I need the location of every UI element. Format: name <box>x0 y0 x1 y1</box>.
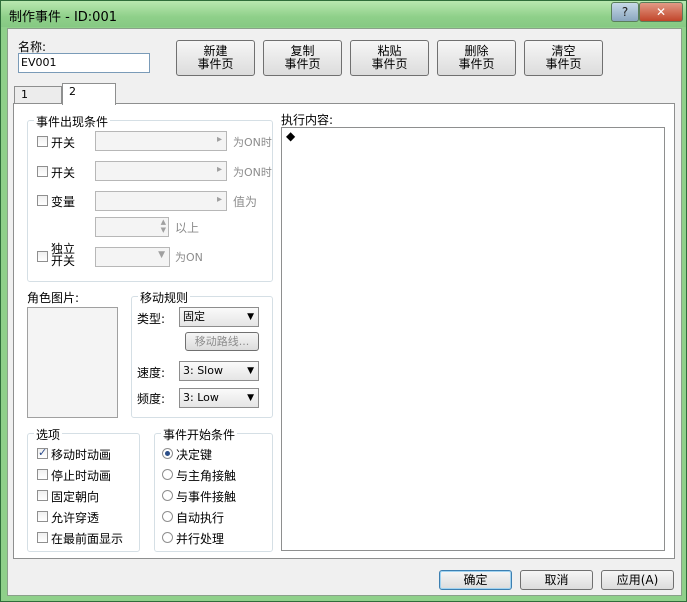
tab-page-2[interactable]: 2 <box>62 83 116 105</box>
trigger-parallel-label: 并行处理 <box>176 532 225 546</box>
graphic-preview[interactable] <box>27 307 118 418</box>
switch1-select[interactable] <box>95 131 227 151</box>
ok-button[interactable]: 确定 <box>439 570 512 590</box>
trigger-autorun-label: 自动执行 <box>176 511 225 525</box>
trigger-autorun-radio[interactable] <box>162 511 173 522</box>
option-walk-anim-checkbox[interactable] <box>37 446 48 459</box>
help-button[interactable]: ? <box>611 2 639 22</box>
event-editor-window: 制作事件 - ID:001 ? ✕ 名称: EV001 新建 事件页 复制 事件… <box>0 0 687 602</box>
chevron-down-icon: ▼ <box>247 312 254 322</box>
execution-label: 执行内容: <box>281 113 334 127</box>
movement-type-label: 类型: <box>137 312 166 326</box>
clear-page-button[interactable]: 清空 事件页 <box>524 40 603 76</box>
self-switch-label: 独立 开关 <box>51 243 75 267</box>
variable-select[interactable] <box>95 191 227 211</box>
self-switch-checkbox[interactable] <box>37 251 48 262</box>
frequency-value: 3: Low <box>183 391 219 404</box>
option-direction-fix-checkbox[interactable] <box>37 490 48 501</box>
event-page-panel: 事件出现条件 开关 为ON时 开关 为ON时 变量 值为 ▲▼ 以上 独立 开关 <box>13 103 675 559</box>
variable-checkbox[interactable] <box>37 195 48 206</box>
dialog-client: 名称: EV001 新建 事件页 复制 事件页 粘贴 事件页 删除 事件页 清空… <box>7 28 682 596</box>
new-page-button[interactable]: 新建 事件页 <box>176 40 255 76</box>
switch2-label: 开关 <box>51 166 76 180</box>
trigger-event-touch-label: 与事件接触 <box>176 490 237 504</box>
options-title: 选项 <box>34 426 63 443</box>
self-switch-label-2: 开关 <box>51 254 76 268</box>
delete-page-label-2: 事件页 <box>458 57 495 71</box>
variable-value-spinner[interactable]: ▲ ▼ <box>95 217 169 237</box>
frequency-label: 频度: <box>137 392 166 406</box>
trigger-action-radio[interactable] <box>162 448 173 459</box>
switch2-checkbox[interactable] <box>37 166 48 177</box>
window-title: 制作事件 - ID:001 <box>9 10 117 25</box>
variable-above-label: 以上 <box>175 221 200 235</box>
switch1-label: 开关 <box>51 136 76 150</box>
movement-type-value: 固定 <box>183 310 205 323</box>
chevron-down-icon: ▼ <box>247 393 254 403</box>
tab-page-1[interactable]: 1 <box>14 86 62 103</box>
frequency-select[interactable]: 3: Low ▼ <box>179 388 259 408</box>
switch1-suffix: 为ON时 <box>233 136 272 149</box>
trigger-title: 事件开始条件 <box>161 426 238 443</box>
option-direction-fix-label: 固定朝向 <box>51 490 100 504</box>
self-switch-select[interactable]: ▼ <box>95 247 170 267</box>
chevron-down-icon: ▼ <box>247 366 254 376</box>
paste-page-label-2: 事件页 <box>371 57 408 71</box>
apply-button[interactable]: 应用(A) <box>601 570 674 590</box>
trigger-player-touch-radio[interactable] <box>162 469 173 480</box>
option-always-top-label: 在最前面显示 <box>51 532 124 546</box>
name-input[interactable]: EV001 <box>18 53 150 73</box>
spinner-arrows-icon: ▲ ▼ <box>160 218 166 234</box>
switch2-select[interactable] <box>95 161 227 181</box>
variable-suffix: 值为 <box>233 195 258 209</box>
movement-title: 移动规则 <box>138 289 191 306</box>
paste-page-button[interactable]: 粘贴 事件页 <box>350 40 429 76</box>
new-page-label-2: 事件页 <box>197 57 234 71</box>
conditions-title: 事件出现条件 <box>34 113 111 130</box>
movement-type-select[interactable]: 固定 ▼ <box>179 307 259 327</box>
switch1-checkbox[interactable] <box>37 136 48 147</box>
variable-label: 变量 <box>51 195 76 209</box>
speed-value: 3: Slow <box>183 364 223 377</box>
trigger-parallel-radio[interactable] <box>162 532 173 543</box>
trigger-player-touch-label: 与主角接触 <box>176 469 237 483</box>
option-step-anim-label: 停止时动画 <box>51 469 112 483</box>
self-switch-suffix: 为ON <box>175 251 203 264</box>
option-step-anim-checkbox[interactable] <box>37 469 48 480</box>
execution-content-list[interactable]: ◆ <box>281 127 665 551</box>
speed-label: 速度: <box>137 366 166 380</box>
option-through-checkbox[interactable] <box>37 511 48 522</box>
delete-page-button[interactable]: 删除 事件页 <box>437 40 516 76</box>
option-through-label: 允许穿透 <box>51 511 100 525</box>
trigger-event-touch-radio[interactable] <box>162 490 173 501</box>
option-always-top-checkbox[interactable] <box>37 532 48 543</box>
move-route-button[interactable]: 移动路线... <box>185 332 259 351</box>
trigger-action-label: 决定键 <box>176 448 213 462</box>
graphic-label: 角色图片: <box>27 291 80 305</box>
cancel-button[interactable]: 取消 <box>520 570 593 590</box>
option-walk-anim-label: 移动时动画 <box>51 448 112 462</box>
chevron-down-icon: ▼ <box>158 250 165 260</box>
copy-page-button[interactable]: 复制 事件页 <box>263 40 342 76</box>
switch2-suffix: 为ON时 <box>233 166 272 179</box>
speed-select[interactable]: 3: Slow ▼ <box>179 361 259 381</box>
close-button[interactable]: ✕ <box>639 2 683 22</box>
clear-page-label-2: 事件页 <box>545 57 582 71</box>
title-bar: 制作事件 - ID:001 ? ✕ <box>1 1 686 27</box>
copy-page-label-2: 事件页 <box>284 57 321 71</box>
command-marker-icon[interactable]: ◆ <box>286 129 295 143</box>
